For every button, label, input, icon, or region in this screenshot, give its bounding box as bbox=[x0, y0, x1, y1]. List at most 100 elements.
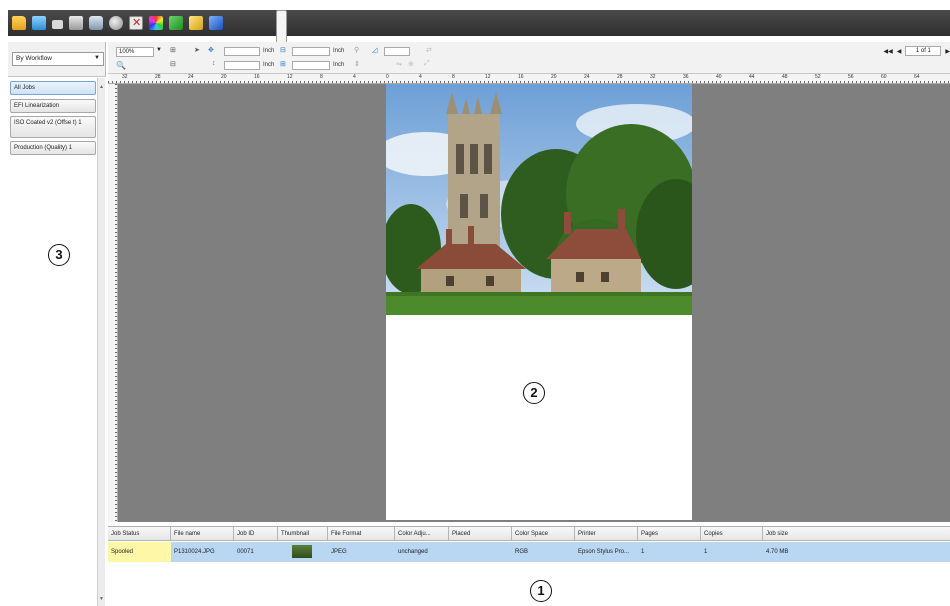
ruler-tick-label: 8 bbox=[452, 74, 455, 80]
page-preview[interactable] bbox=[386, 84, 692, 520]
sidebar-item-iso-coated[interactable]: ISO Coated v2 (Offse t) 1 bbox=[10, 116, 96, 138]
rotation-select[interactable] bbox=[384, 47, 410, 56]
flip-icon[interactable]: ⇄ bbox=[426, 46, 432, 54]
chevron-down-icon[interactable]: ▼ bbox=[156, 47, 162, 53]
ruler-tick-label: 0 bbox=[386, 74, 389, 80]
mirror-icon[interactable]: ⇋ bbox=[396, 60, 402, 68]
sidebar-item-production-quality[interactable]: Production (Quality) 1 bbox=[10, 141, 96, 155]
print-icon[interactable] bbox=[69, 16, 83, 30]
position-y-input[interactable] bbox=[224, 61, 260, 70]
color-icon[interactable] bbox=[149, 16, 163, 30]
first-page-icon[interactable]: ◀◀ bbox=[884, 48, 893, 55]
list-icon[interactable] bbox=[52, 19, 63, 29]
ruler-tick-label: 8 bbox=[320, 74, 323, 80]
workflow-select-value: By Workflow bbox=[16, 55, 52, 62]
callout-2: 2 bbox=[523, 382, 545, 404]
scale-icon[interactable]: ⇕ bbox=[354, 60, 360, 68]
page-indicator[interactable]: 1 of 1 bbox=[905, 46, 942, 56]
yellow-tool-icon[interactable] bbox=[189, 16, 203, 30]
table-header: Job Status File name Job ID Thumbnail Fi… bbox=[108, 527, 950, 541]
zoom-icon[interactable]: 🔍 bbox=[116, 61, 126, 70]
scroll-up-icon[interactable]: ▲ bbox=[99, 84, 104, 90]
toolbar-strip bbox=[8, 10, 950, 446]
cell-color-space: RGB bbox=[515, 549, 529, 555]
column-header[interactable]: Job Status bbox=[108, 527, 171, 541]
ruler-labels: 32 28 24 20 16 12 8 4 0 4 8 12 16 20 24 28 32 36 40 44 48 52 5… bbox=[108, 74, 950, 82]
workflow-panel: By Workflow ▼ All Jobs EFI Linearization… bbox=[8, 42, 106, 606]
move-x-icon[interactable]: ✥ bbox=[208, 46, 214, 54]
workflow-select[interactable]: By Workflow ▼ bbox=[12, 52, 104, 66]
sidebar-item-label: ISO Coated v2 (Offse t) 1 bbox=[14, 120, 82, 126]
zoom-input[interactable]: 100% bbox=[116, 47, 154, 57]
ruler-tick-label: 44 bbox=[749, 74, 755, 80]
scroll-down-icon[interactable]: ▼ bbox=[99, 596, 104, 602]
green-tool-icon[interactable] bbox=[169, 16, 183, 30]
ruler-tick-label: 16 bbox=[518, 74, 524, 80]
grid-icon[interactable]: ⊟ bbox=[170, 60, 176, 68]
column-header[interactable]: File name bbox=[171, 527, 234, 541]
cell-color-adjust: unchanged bbox=[398, 549, 428, 555]
cell-job-size: 4.70 MB bbox=[766, 549, 789, 555]
callout-3: 3 bbox=[48, 244, 70, 266]
column-header[interactable]: Copies bbox=[701, 527, 763, 541]
cell-printer: Epson Stylus Pro... bbox=[578, 549, 630, 555]
ruler-tick-label: 4 bbox=[419, 74, 422, 80]
column-header[interactable]: Job ID bbox=[234, 527, 278, 541]
column-header[interactable]: Job size bbox=[763, 527, 950, 541]
delete-icon[interactable] bbox=[129, 16, 143, 30]
ruler-tick-label: 32 bbox=[650, 74, 656, 80]
sidebar-item-efi-linearization[interactable]: EFI Linearization bbox=[10, 99, 96, 113]
printer-icon[interactable] bbox=[109, 16, 123, 30]
vertical-ruler bbox=[108, 84, 118, 522]
print-settings-icon[interactable] bbox=[89, 16, 103, 30]
ruler-tick-label: 20 bbox=[221, 74, 227, 80]
align-icon[interactable]: ⊞ bbox=[170, 46, 176, 54]
placed-image[interactable] bbox=[386, 84, 692, 315]
column-header[interactable]: Color Space bbox=[512, 527, 575, 541]
ruler-tick-label: 40 bbox=[716, 74, 722, 80]
ruler-tick-label: 48 bbox=[782, 74, 788, 80]
height-input[interactable] bbox=[292, 61, 330, 70]
ruler-tick-label: 32 bbox=[122, 74, 128, 80]
ruler-tick-label: 28 bbox=[155, 74, 161, 80]
rotate-icon[interactable]: ◿ bbox=[372, 46, 377, 54]
sidebar-item-label: All Jobs bbox=[14, 85, 36, 91]
ruler-tick-label: 60 bbox=[881, 74, 887, 80]
book-icon[interactable] bbox=[209, 16, 223, 30]
column-header[interactable]: Printer bbox=[575, 527, 638, 541]
main-toolbar bbox=[0, 0, 950, 446]
ruler-tick-label: 56 bbox=[848, 74, 854, 80]
width-input[interactable] bbox=[292, 47, 330, 56]
unit-label: Inch bbox=[263, 62, 275, 68]
sidebar-item-label: Production (Quality) 1 bbox=[14, 145, 73, 151]
folder-icon[interactable] bbox=[32, 16, 46, 30]
next-page-icon[interactable]: ▶ bbox=[945, 48, 950, 55]
width-icon[interactable]: ⊟ bbox=[280, 46, 286, 54]
pointer-icon[interactable]: ➤ bbox=[194, 46, 200, 54]
cell-pages: 1 bbox=[641, 549, 645, 555]
prev-page-icon[interactable]: ◀ bbox=[897, 48, 902, 55]
layout-canvas[interactable] bbox=[118, 84, 950, 522]
ruler-tick-label: 16 bbox=[254, 74, 260, 80]
column-header[interactable]: Thumbnail bbox=[278, 527, 328, 541]
table-row[interactable]: Spooled P1310024.JPG 00071 JPEG unchange… bbox=[108, 542, 950, 562]
column-header[interactable]: Color Adju... bbox=[395, 527, 449, 541]
lock-icon[interactable]: ⚲ bbox=[354, 46, 359, 54]
column-header[interactable]: File Format bbox=[328, 527, 395, 541]
job-list-table: Job Status File name Job ID Thumbnail Fi… bbox=[108, 526, 950, 606]
sidebar-item-all-jobs[interactable]: All Jobs bbox=[10, 81, 96, 95]
center-icon[interactable]: ⊕ bbox=[408, 60, 414, 68]
cell-job-status: Spooled bbox=[108, 542, 171, 562]
cell-thumbnail bbox=[292, 545, 312, 558]
position-x-input[interactable] bbox=[224, 47, 260, 56]
ruler-tick-label: 4 bbox=[353, 74, 356, 80]
column-header[interactable]: Placed bbox=[449, 527, 512, 541]
open-folder-icon[interactable] bbox=[12, 16, 26, 30]
column-header[interactable]: Pages bbox=[638, 527, 701, 541]
ruler-tick-label: 24 bbox=[188, 74, 194, 80]
fit-icon[interactable]: ⤢ bbox=[424, 60, 430, 68]
cell-job-id: 00071 bbox=[237, 549, 254, 555]
height-icon[interactable]: ⊞ bbox=[280, 60, 286, 68]
sidebar-scrollbar[interactable]: ▲ ▼ bbox=[97, 78, 105, 606]
move-y-icon[interactable]: ↕ bbox=[212, 60, 216, 67]
